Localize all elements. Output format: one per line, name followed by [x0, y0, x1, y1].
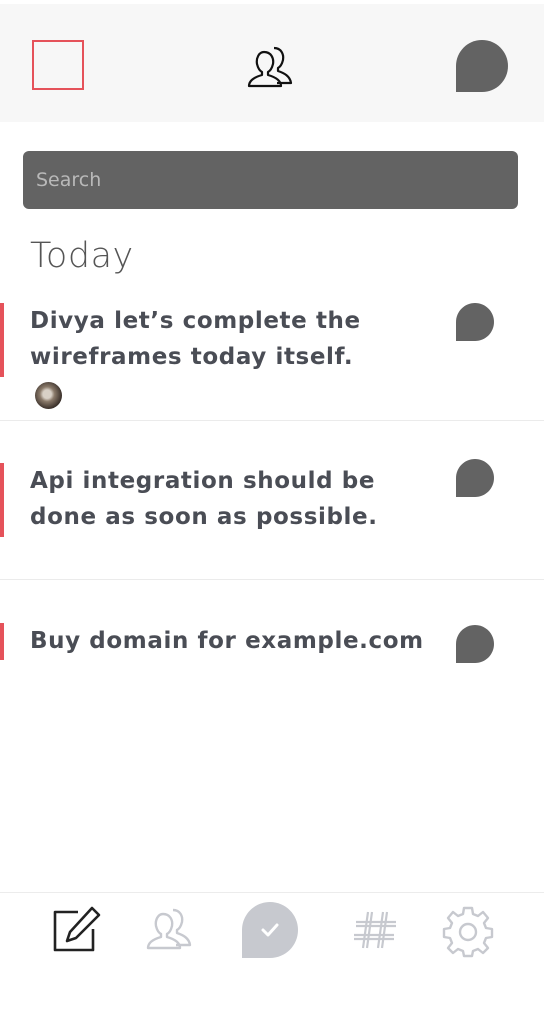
people-icon[interactable]	[246, 40, 296, 88]
header	[0, 4, 544, 122]
task-text[interactable]: Buy domain for example.com	[30, 623, 450, 659]
people-icon[interactable]	[142, 902, 198, 958]
chat-bubble-icon[interactable]	[456, 40, 508, 92]
task-text[interactable]: Api integration should be done as soon a…	[30, 463, 450, 535]
bottom-nav-divider	[0, 892, 544, 893]
square-checkbox-icon[interactable]	[32, 40, 84, 90]
chat-bubble-icon[interactable]	[456, 625, 494, 663]
chat-bubble-icon[interactable]	[456, 303, 494, 341]
divider	[0, 420, 544, 421]
compose-icon[interactable]	[48, 902, 104, 958]
avatar	[35, 382, 62, 409]
section-title: Today	[30, 236, 134, 276]
hashtag-icon[interactable]	[348, 902, 404, 958]
settings-gear-icon[interactable]	[440, 902, 496, 958]
divider	[0, 579, 544, 580]
page: Today Divya let’s complete the wireframe…	[0, 0, 544, 1022]
task-priority-bar	[0, 623, 4, 660]
check-circle-icon[interactable]	[242, 902, 298, 958]
task-priority-bar	[0, 463, 4, 537]
search-bar	[23, 151, 518, 209]
task-text[interactable]: Divya let’s complete the wireframes toda…	[30, 303, 450, 375]
chat-bubble-icon[interactable]	[456, 459, 494, 497]
search-input[interactable]	[23, 151, 518, 209]
task-priority-bar	[0, 303, 4, 377]
